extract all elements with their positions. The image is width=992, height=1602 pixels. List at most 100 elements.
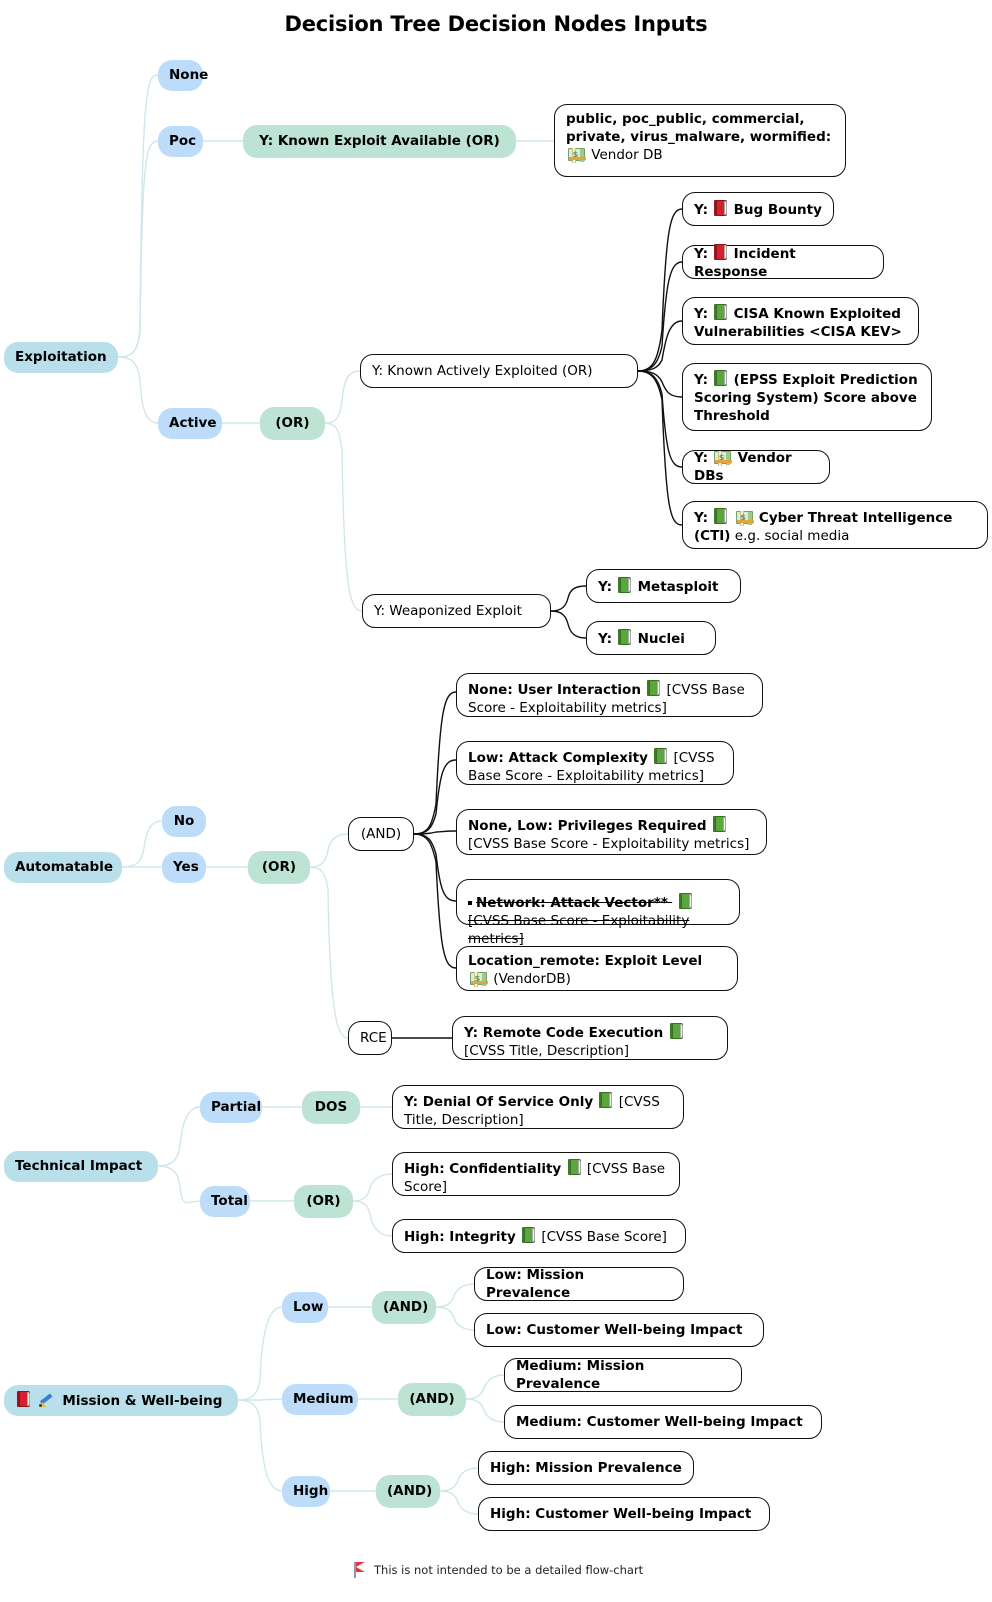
node-user-interaction[interactable]: None: User Interaction [CVSS Base Score … — [456, 673, 763, 717]
node-known-actively-exploited[interactable]: Y: Known Actively Exploited (OR) — [360, 354, 638, 388]
book-green-icon — [522, 1226, 536, 1243]
node-sublabel: [CVSS Base Score] — [541, 1228, 667, 1245]
node-automatable-no[interactable]: No — [162, 806, 206, 837]
node-label: None: User Interaction — [468, 682, 641, 698]
money-icon: $ — [568, 147, 586, 163]
book-green-icon — [669, 1023, 683, 1039]
node-label: Network: Attack Vector** — [476, 895, 668, 911]
prefix: Y: — [598, 630, 613, 647]
node-bug-bounty[interactable]: Y: Bug Bounty — [682, 192, 834, 226]
node-remote-code-execution[interactable]: Y: Remote Code Execution [CVSS Title, De… — [452, 1016, 728, 1060]
footer-note: This is not intended to be a detailed fl… — [352, 1562, 643, 1578]
node-low-customer-wellbeing[interactable]: Low: Customer Well-being Impact — [474, 1313, 764, 1347]
connector-lines — [117, 74, 683, 1515]
node-label: (EPSS Exploit Prediction Scoring System)… — [694, 372, 918, 424]
node-label: None — [169, 66, 209, 83]
node-label: Low: Attack Complexity — [468, 750, 648, 766]
node-label: High — [293, 1482, 329, 1499]
node-privileges-required[interactable]: None, Low: Privileges Required [CVSS Bas… — [456, 809, 767, 855]
book-green-icon — [678, 893, 692, 909]
node-technical-impact-total-or[interactable]: (OR) — [294, 1185, 353, 1218]
page-title: Decision Tree Decision Nodes Inputs — [284, 12, 708, 36]
node-label: High: Mission Prevalence — [490, 1459, 682, 1476]
prefix: Y: — [694, 245, 709, 262]
node-label: Medium: Mission Prevalence — [516, 1357, 645, 1392]
node-label: RCE — [360, 1029, 387, 1046]
node-label: Active — [169, 414, 217, 431]
node-label: (AND) — [409, 1390, 455, 1407]
node-label: Y: Weaponized Exploit — [374, 602, 522, 619]
node-sublabel: [CVSS Title, Description] — [464, 1042, 630, 1059]
node-mission-wellbeing[interactable]: Mission & Well-being — [4, 1385, 238, 1416]
node-mission-medium-and[interactable]: (AND) — [398, 1383, 466, 1416]
prefix: Y: — [694, 449, 709, 466]
node-nuclei[interactable]: Y: Nuclei — [586, 621, 716, 655]
node-known-exploit-available[interactable]: Y: Known Exploit Available (OR) — [243, 125, 516, 158]
node-exploitation[interactable]: Exploitation — [4, 342, 118, 373]
node-weaponized-exploit[interactable]: Y: Weaponized Exploit — [362, 594, 551, 628]
book-red-icon — [17, 1390, 30, 1407]
node-technical-impact-total[interactable]: Total — [200, 1186, 250, 1217]
node-attack-complexity[interactable]: Low: Attack Complexity [CVSS Base Score … — [456, 741, 734, 785]
node-exploitation-poc[interactable]: Poc — [158, 126, 203, 157]
node-dos-operator[interactable]: DOS — [302, 1091, 360, 1124]
money-icon: $ — [714, 450, 733, 466]
node-incident-response[interactable]: Y: Incident Response — [682, 243, 884, 280]
node-automatable-yes-or[interactable]: (OR) — [248, 851, 310, 884]
node-label: Medium — [293, 1390, 354, 1407]
node-poc-vendor-detail[interactable]: public, poc_public, commercial, private,… — [554, 104, 846, 177]
node-label: Location_remote: Exploit Level — [468, 953, 703, 969]
node-automatable-yes[interactable]: Yes — [162, 852, 206, 883]
node-label: Technical Impact — [15, 1157, 143, 1174]
node-mission-low-and[interactable]: (AND) — [372, 1291, 436, 1324]
node-automatable-and[interactable]: (AND) — [348, 817, 414, 851]
node-denial-of-service[interactable]: Y: Denial Of Service Only [CVSS Title, D… — [392, 1085, 684, 1129]
node-label: Exploitation — [15, 348, 107, 365]
node-high-confidentiality[interactable]: High: Confidentiality [CVSS Base Score] — [392, 1152, 680, 1196]
node-high-customer-wellbeing[interactable]: High: Customer Well-being Impact — [478, 1497, 770, 1531]
node-label: (OR) — [275, 414, 310, 431]
node-label: Partial — [211, 1098, 262, 1115]
book-green-icon — [599, 1092, 613, 1108]
node-exploit-level[interactable]: Location_remote: Exploit Level $ (Vendor… — [456, 946, 738, 991]
node-label: High: Confidentiality — [404, 1161, 562, 1177]
node-mission-high[interactable]: High — [282, 1476, 330, 1507]
node-label: High: Integrity — [404, 1228, 516, 1245]
node-label: Y: Known Exploit Available (OR) — [259, 132, 500, 149]
book-green-icon — [714, 508, 728, 524]
node-technical-impact-partial[interactable]: Partial — [200, 1092, 262, 1123]
node-label: Medium: Customer Well-being Impact — [516, 1413, 803, 1430]
node-exploitation-active[interactable]: Active — [158, 408, 222, 439]
node-cisa-kev[interactable]: Y: CISA Known Exploited Vulnerabilities … — [682, 297, 919, 345]
node-medium-customer-wellbeing[interactable]: Medium: Customer Well-being Impact — [504, 1405, 822, 1439]
node-high-mission-prevalence[interactable]: High: Mission Prevalence — [478, 1451, 694, 1485]
node-label: Incident Response — [694, 245, 796, 280]
node-vendor-dbs[interactable]: Y: $ Vendor DBs — [682, 450, 830, 484]
node-automatable-rce[interactable]: RCE — [348, 1021, 392, 1055]
node-label: Automatable — [15, 858, 113, 875]
node-label: Y: Remote Code Execution — [464, 1025, 664, 1041]
node-cyber-threat-intelligence[interactable]: Y: $ Cyber Threat Intelligence (CTI) e.g… — [682, 501, 988, 549]
node-exploitation-active-or[interactable]: (OR) — [260, 407, 325, 440]
node-label: Poc — [169, 132, 197, 149]
node-attack-vector-deprecated[interactable]: Network: Attack Vector** [CVSS Base Scor… — [456, 879, 740, 947]
node-mission-medium[interactable]: Medium — [282, 1384, 358, 1415]
node-exploitation-none[interactable]: None — [158, 60, 209, 91]
node-low-mission-prevalence[interactable]: Low: Mission Prevalence — [474, 1267, 684, 1301]
node-metasploit[interactable]: Y: Metasploit — [586, 569, 741, 603]
node-label: DOS — [314, 1098, 348, 1115]
node-mission-low[interactable]: Low — [282, 1292, 328, 1323]
prefix: Y: — [598, 578, 613, 595]
node-label: Y: Known Actively Exploited (OR) — [372, 362, 593, 379]
node-sublabel: e.g. social media — [730, 527, 850, 544]
node-automatable[interactable]: Automatable — [4, 852, 122, 883]
book-green-icon — [654, 748, 668, 764]
book-green-icon — [712, 816, 726, 832]
book-green-icon — [567, 1159, 581, 1175]
node-technical-impact[interactable]: Technical Impact — [4, 1151, 158, 1182]
node-high-integrity[interactable]: High: Integrity [CVSS Base Score] — [392, 1219, 686, 1253]
node-epss-score[interactable]: Y: (EPSS Exploit Prediction Scoring Syst… — [682, 363, 932, 431]
node-medium-mission-prevalence[interactable]: Medium: Mission Prevalence — [504, 1358, 742, 1392]
footer-text: This is not intended to be a detailed fl… — [374, 1563, 644, 1577]
node-mission-high-and[interactable]: (AND) — [376, 1475, 440, 1508]
